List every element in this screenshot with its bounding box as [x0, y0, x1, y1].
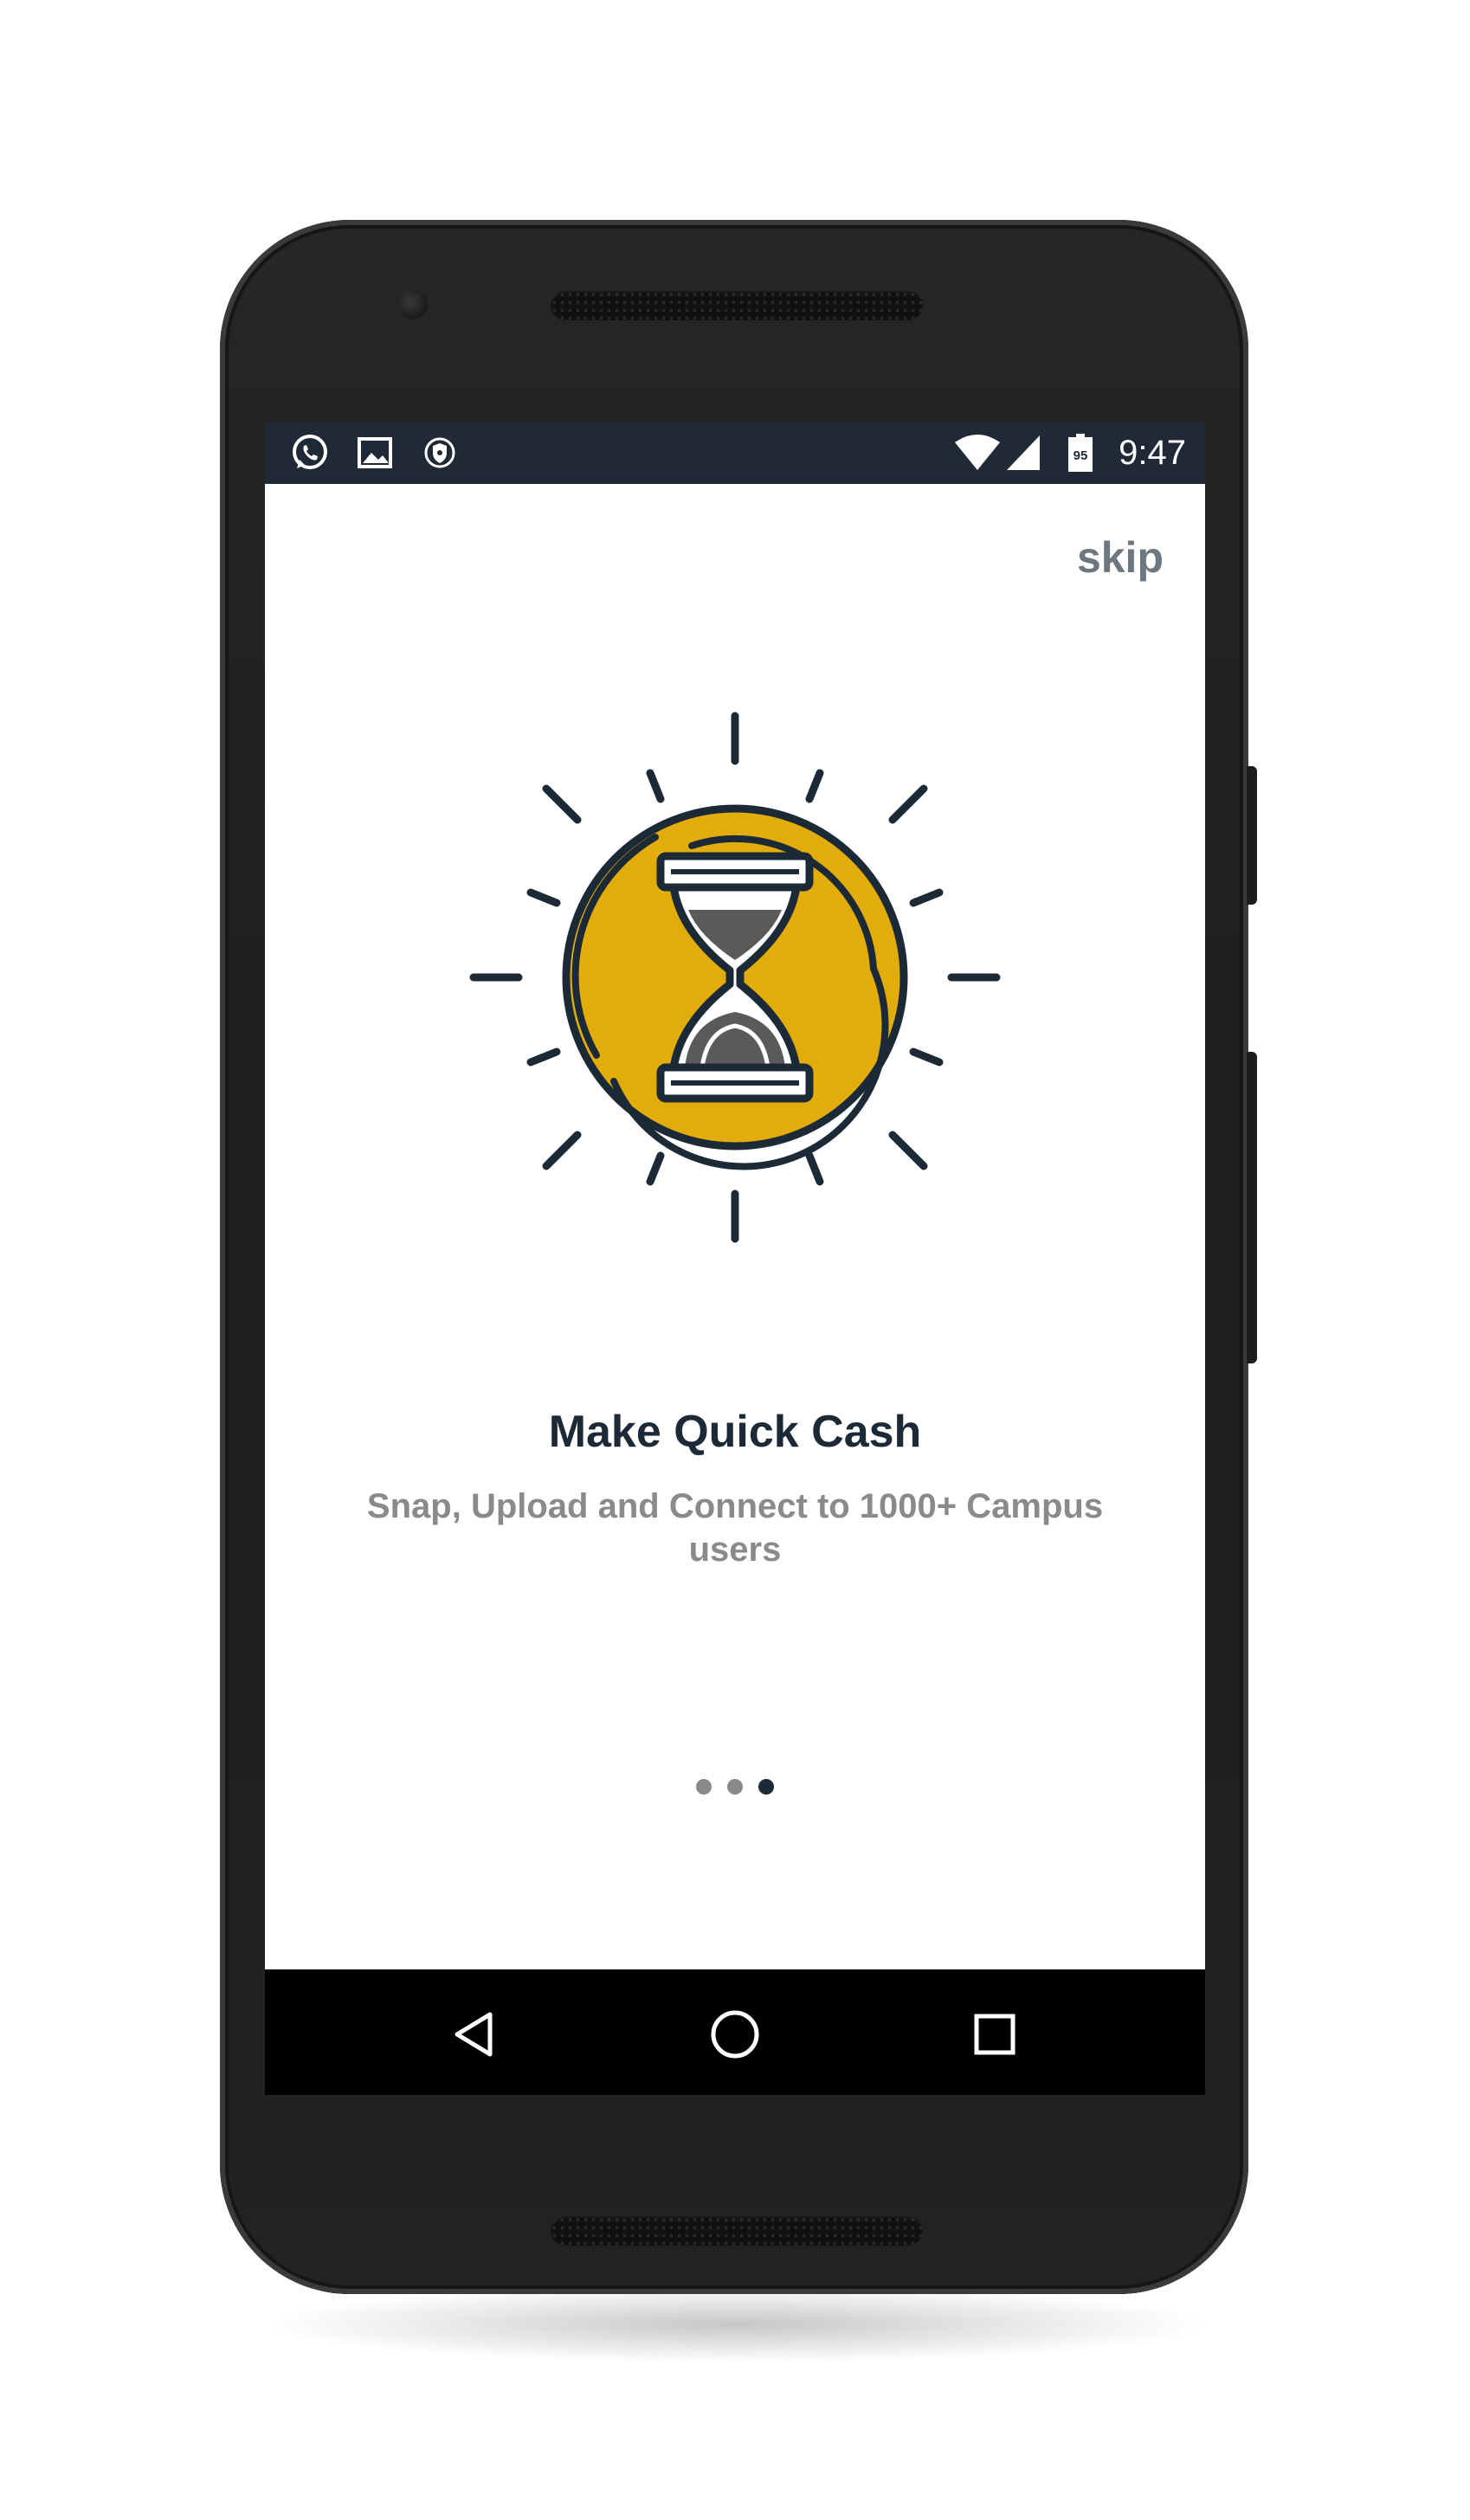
page-indicator — [265, 1779, 1205, 1796]
battery-level-text: 95 — [1073, 448, 1088, 463]
front-camera — [398, 290, 428, 319]
home-icon[interactable] — [705, 2004, 765, 2065]
bottom-speaker-grille — [551, 2216, 923, 2246]
page-dot-3-active[interactable] — [758, 1779, 774, 1795]
hourglass-sun-icon — [469, 712, 1001, 1243]
screen: 95 9:47 skip Make Quick Cash Snap, Uploa… — [265, 422, 1205, 2095]
page-dot-2[interactable] — [727, 1779, 743, 1795]
power-button — [1247, 766, 1257, 905]
device-shadow — [260, 2285, 1212, 2363]
device-mockup: 95 9:47 skip Make Quick Cash Snap, Uploa… — [0, 0, 1470, 2520]
page-dot-1[interactable] — [696, 1779, 712, 1795]
back-icon[interactable] — [447, 2004, 507, 2065]
wifi-icon — [955, 435, 1000, 470]
cell-signal-icon — [1007, 435, 1040, 470]
shield-icon — [424, 437, 455, 468]
skip-button[interactable]: skip — [1077, 532, 1164, 583]
onboarding-subtitle: Snap, Upload and Connect to 1000+ Campus… — [366, 1487, 1104, 1569]
onboarding-title: Make Quick Cash — [548, 1407, 922, 1457]
status-time: 9:47 — [1119, 434, 1186, 472]
volume-button — [1247, 1052, 1257, 1363]
gallery-icon — [358, 437, 392, 468]
whatsapp-icon — [293, 435, 327, 469]
status-bar: 95 9:47 — [265, 422, 1205, 484]
top-speaker-grille — [551, 291, 923, 320]
navigation-bar — [265, 1969, 1205, 2095]
recents-icon[interactable] — [964, 2004, 1025, 2065]
battery-icon: 95 — [1068, 434, 1093, 472]
